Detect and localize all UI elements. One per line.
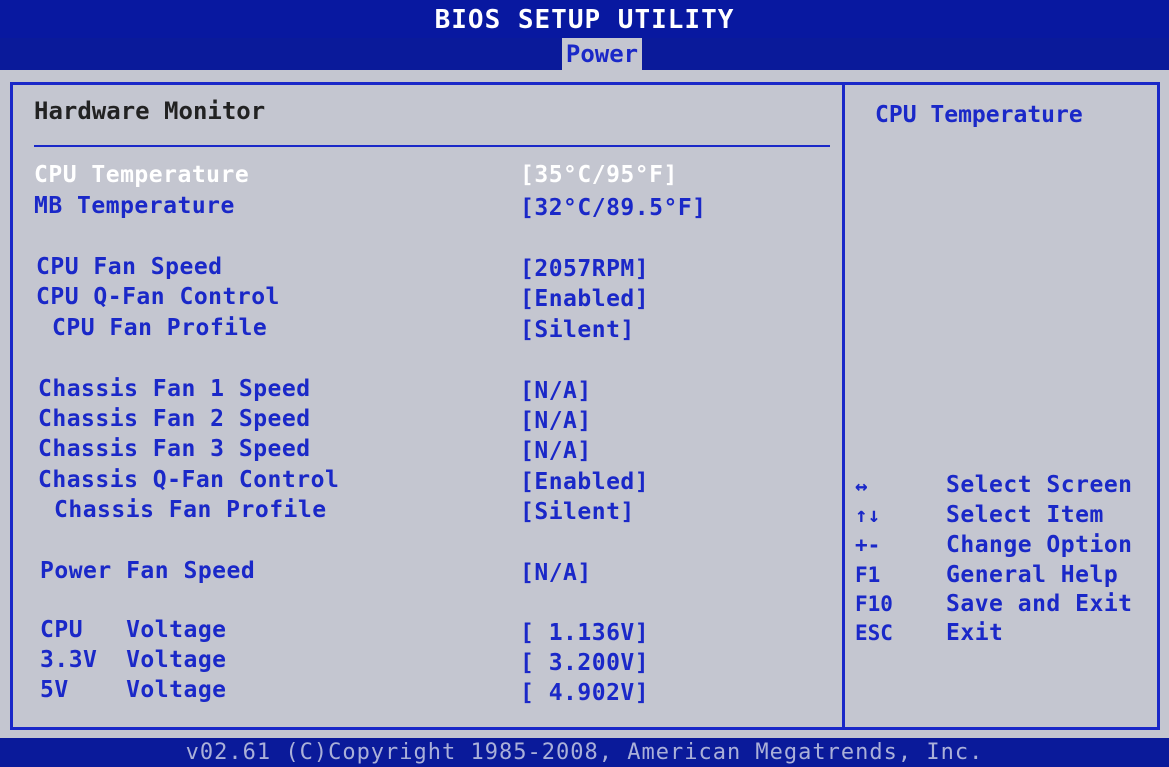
setting-chassis-qfan-control-value: [Enabled] (520, 469, 650, 495)
setting-5v-voltage-value: [ 4.902V] (520, 680, 650, 706)
setting-mb-temperature-value: [32°C/89.5°F] (520, 195, 707, 221)
setting-cpu-voltage-value: [ 1.136V] (520, 620, 650, 646)
setting-chassis-fan-2-speed[interactable]: Chassis Fan 2 Speed (38, 406, 311, 432)
setting-3v3-voltage-value: [ 3.200V] (520, 650, 650, 676)
setting-cpu-qfan-control-value: [Enabled] (520, 286, 650, 312)
help-title: CPU Temperature (875, 102, 1083, 128)
setting-cpu-qfan-control[interactable]: CPU Q-Fan Control (36, 284, 280, 310)
help-change-option: Change Option (946, 532, 1133, 558)
setting-5v-voltage[interactable]: 5V Voltage (40, 677, 227, 703)
setting-chassis-qfan-control[interactable]: Chassis Q-Fan Control (38, 467, 339, 493)
setting-chassis-fan-3-speed-value: [N/A] (520, 438, 592, 464)
setting-mb-temperature[interactable]: MB Temperature (34, 193, 235, 219)
help-select-item: Select Item (946, 502, 1104, 528)
setting-chassis-fan-profile-value: [Silent] (520, 499, 635, 525)
plus-minus-icon: +- (855, 533, 881, 557)
setting-cpu-fan-speed[interactable]: CPU Fan Speed (36, 254, 223, 280)
key-esc: ESC (855, 621, 893, 645)
setting-cpu-voltage[interactable]: CPU Voltage (40, 617, 227, 643)
section-divider (34, 145, 830, 147)
setting-cpu-fan-speed-value: [2057RPM] (520, 256, 650, 282)
setting-3v3-voltage[interactable]: 3.3V Voltage (40, 647, 227, 673)
setting-cpu-fan-profile[interactable]: CPU Fan Profile (52, 315, 267, 341)
arrow-left-right-icon: ↔ (855, 474, 868, 498)
key-f1: F1 (855, 563, 881, 587)
help-general-help: General Help (946, 562, 1119, 588)
arrow-up-down-icon: ↑↓ (855, 503, 881, 527)
help-divider (842, 82, 845, 730)
section-title: Hardware Monitor (34, 97, 266, 125)
setting-power-fan-speed[interactable]: Power Fan Speed (40, 558, 255, 584)
setting-chassis-fan-1-speed-value: [N/A] (520, 378, 592, 404)
tab-bar: Power (0, 38, 1169, 70)
key-f10: F10 (855, 592, 893, 616)
app-title: BIOS SETUP UTILITY (0, 0, 1169, 38)
setting-chassis-fan-1-speed[interactable]: Chassis Fan 1 Speed (38, 376, 311, 402)
setting-chassis-fan-2-speed-value: [N/A] (520, 408, 592, 434)
setting-cpu-temperature[interactable]: CPU Temperature (34, 162, 249, 188)
setting-cpu-fan-profile-value: [Silent] (520, 317, 635, 343)
help-save-and-exit: Save and Exit (946, 591, 1133, 617)
setting-cpu-temperature-value: [35°C/95°F] (520, 162, 678, 188)
help-select-screen: Select Screen (946, 472, 1133, 498)
main-panel: Hardware Monitor CPU Temperature [35°C/9… (0, 70, 1169, 738)
help-exit: Exit (946, 620, 1004, 646)
bios-screen: BIOS SETUP UTILITY Power Hardware Monito… (0, 0, 1169, 767)
setting-chassis-fan-3-speed[interactable]: Chassis Fan 3 Speed (38, 436, 311, 462)
setting-power-fan-speed-value: [N/A] (520, 560, 592, 586)
copyright-footer: v02.61 (C)Copyright 1985-2008, American … (0, 738, 1169, 767)
setting-chassis-fan-profile[interactable]: Chassis Fan Profile (54, 497, 327, 523)
tab-power[interactable]: Power (562, 38, 642, 70)
